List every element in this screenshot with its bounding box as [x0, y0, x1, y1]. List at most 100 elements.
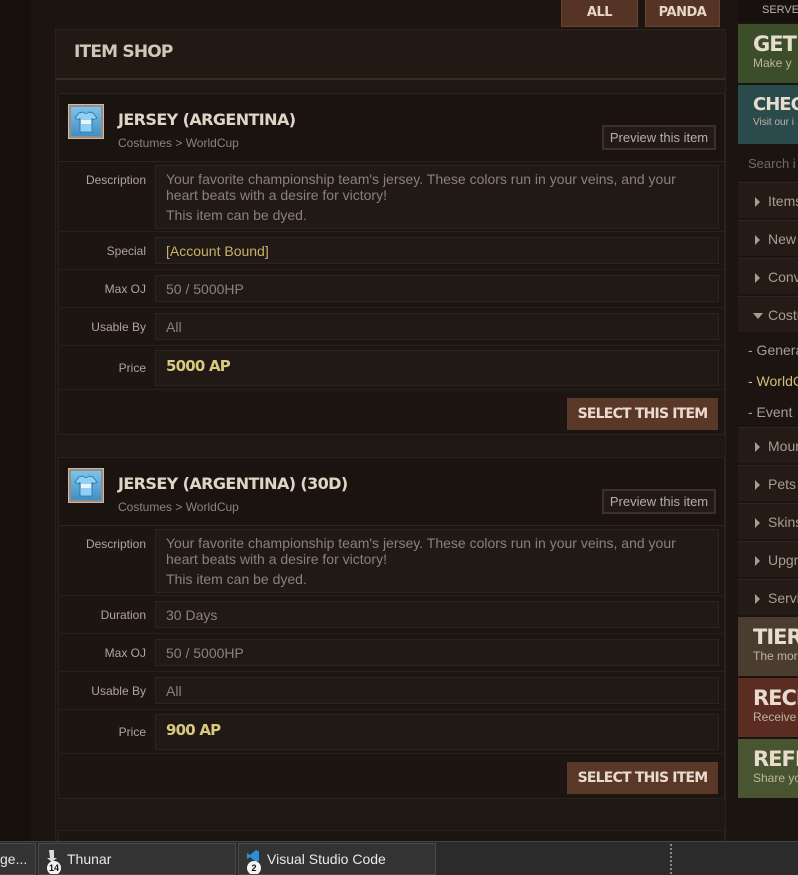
- servers-link[interactable]: SERVE: [738, 0, 798, 22]
- item-category: Costumes > WorldCup: [118, 136, 239, 150]
- filter-panda-only-button[interactable]: PANDA ONLY: [645, 0, 720, 46]
- max-oj-label: Max OJ: [104, 282, 146, 296]
- taskbar-item-browser[interactable]: ge...: [0, 843, 36, 875]
- description-value: Your favorite championship team's jersey…: [155, 529, 719, 593]
- window-count-badge: 2: [247, 861, 261, 874]
- usable-by-value: All: [155, 677, 719, 704]
- select-area: SELECT THIS ITEM: [59, 390, 724, 434]
- taskbar-item-label: Thunar: [67, 851, 112, 867]
- promo-subtitle: Receive i: [753, 710, 798, 724]
- description-row: Description Your favorite championship t…: [59, 526, 724, 596]
- price-label: Price: [118, 361, 146, 375]
- caret-down-icon: [753, 313, 763, 319]
- promo-card-recruit[interactable]: RECRU Receive i: [738, 678, 798, 737]
- item-shop-panel: ITEM SHOP JERSEY (ARGENTINA) Costumes > …: [55, 29, 726, 841]
- select-area: SELECT THIS ITEM: [59, 754, 724, 798]
- sidebar-item-label: Pets: [768, 476, 797, 492]
- item-header: JERSEY (ARGENTINA) (30D) Costumes > Worl…: [59, 458, 724, 526]
- promo-card-check[interactable]: CHECK Visit our i: [738, 85, 798, 144]
- max-oj-row: Max OJ 50 / 5000HP: [59, 270, 724, 308]
- taskbar: ge... 14 Thunar 2 Visual Studio Code: [0, 841, 798, 875]
- promo-subtitle: Make y: [753, 56, 792, 70]
- filter-all-classes-button[interactable]: ALL CLASSES: [561, 0, 638, 46]
- promo-subtitle: Share yo: [753, 771, 798, 785]
- promo-subtitle: The more: [753, 649, 798, 663]
- sidebar-item-label: Items: [768, 193, 798, 209]
- select-item-button[interactable]: SELECT THIS ITEM: [567, 398, 718, 430]
- caret-right-icon: [755, 594, 760, 604]
- sidebar-subitem-worldcup[interactable]: - WorldC: [738, 365, 798, 396]
- page: ALL CLASSES PANDA ONLY ITEM SHOP JERSEY …: [0, 0, 798, 841]
- description-row: Description Your favorite championship t…: [59, 162, 724, 232]
- sidebar-item-mounts[interactable]: Moun: [738, 427, 798, 463]
- caret-right-icon: [755, 442, 760, 452]
- price-value: 5000 AP: [155, 350, 719, 386]
- usable-by-label: Usable By: [91, 320, 146, 334]
- duration-label: Duration: [100, 608, 146, 622]
- promo-title: RECRU: [753, 686, 798, 710]
- taskbar-item-thunar[interactable]: 14 Thunar: [38, 843, 236, 875]
- preview-item-button[interactable]: Preview this item: [602, 489, 716, 514]
- usable-by-value: All: [155, 313, 719, 340]
- sidebar-item-label: New: [768, 231, 797, 247]
- sidebar-subitem-general[interactable]: - Genera: [738, 334, 798, 365]
- price-row: Price 900 AP: [59, 710, 724, 754]
- taskbar-item-vscode[interactable]: 2 Visual Studio Code: [238, 843, 436, 875]
- item-card-partial: [58, 830, 725, 841]
- sidebar-item-services[interactable]: Servi: [738, 579, 798, 615]
- sidebar-item-label: Skins: [768, 514, 798, 530]
- promo-card-get[interactable]: GET I Make y: [738, 24, 798, 83]
- promo-title: TIERED: [753, 625, 798, 649]
- select-item-button[interactable]: SELECT THIS ITEM: [567, 762, 718, 794]
- promo-title: CHECK: [753, 94, 798, 115]
- taskbar-separator: [670, 844, 672, 874]
- taskbar-item-label: ge...: [0, 851, 28, 867]
- jersey-image: [68, 104, 104, 139]
- sidebar-item-conv[interactable]: Conv: [738, 258, 798, 294]
- special-row: Special [Account Bound]: [59, 232, 724, 270]
- caret-right-icon: [755, 235, 760, 245]
- jersey-icon: [74, 111, 98, 132]
- usable-by-label: Usable By: [91, 684, 146, 698]
- promo-title: REFER: [753, 747, 798, 771]
- jersey-icon: [74, 475, 98, 496]
- price-value: 900 AP: [155, 714, 719, 750]
- price-row: Price 5000 AP: [59, 346, 724, 390]
- description-text: Your favorite championship team's jersey…: [166, 535, 676, 567]
- window-count-badge: 14: [47, 861, 61, 874]
- max-oj-value: 50 / 5000HP: [155, 639, 719, 666]
- sidebar-item-items[interactable]: Items: [738, 182, 798, 218]
- item-card: JERSEY (ARGENTINA) Costumes > WorldCup P…: [58, 93, 725, 435]
- taskbar-item-label: Visual Studio Code: [267, 851, 386, 867]
- item-title: JERSEY (ARGENTINA) (30D): [118, 474, 348, 493]
- sidebar-item-costumes[interactable]: Costu: [738, 296, 798, 332]
- duration-row: Duration 30 Days: [59, 596, 724, 634]
- promo-title: GET I: [753, 32, 798, 56]
- caret-right-icon: [755, 273, 760, 283]
- jersey-image: [68, 468, 104, 503]
- promo-card-refer[interactable]: REFER Share yo: [738, 739, 798, 798]
- sidebar-item-label: Costu: [768, 307, 798, 323]
- preview-item-button[interactable]: Preview this item: [602, 125, 716, 150]
- dye-note: This item can be dyed.: [166, 207, 307, 223]
- sidebar-item-new[interactable]: New: [738, 220, 798, 256]
- caret-right-icon: [755, 518, 760, 528]
- promo-card-tiered[interactable]: TIERED The more: [738, 617, 798, 676]
- special-label: Special: [106, 244, 146, 258]
- sidebar-item-pets[interactable]: Pets: [738, 465, 798, 501]
- description-value: Your favorite championship team's jersey…: [155, 165, 719, 229]
- left-edge: [0, 0, 30, 841]
- shop-header: ITEM SHOP: [56, 30, 725, 80]
- search-input[interactable]: Search i: [738, 146, 798, 182]
- description-label: Description: [85, 537, 146, 551]
- usable-by-row: Usable By All: [59, 308, 724, 346]
- sidebar-subitem-event[interactable]: - Event: [738, 396, 798, 427]
- sidebar-item-skins[interactable]: Skins: [738, 503, 798, 539]
- max-oj-value: 50 / 5000HP: [155, 275, 719, 302]
- item-header: JERSEY (ARGENTINA) Costumes > WorldCup P…: [59, 94, 724, 162]
- sidebar-item-upgrades[interactable]: Upgr: [738, 541, 798, 577]
- price-label: Price: [118, 725, 146, 739]
- max-oj-label: Max OJ: [104, 646, 146, 660]
- usable-by-row: Usable By All: [59, 672, 724, 710]
- page-title: ITEM SHOP: [74, 42, 173, 62]
